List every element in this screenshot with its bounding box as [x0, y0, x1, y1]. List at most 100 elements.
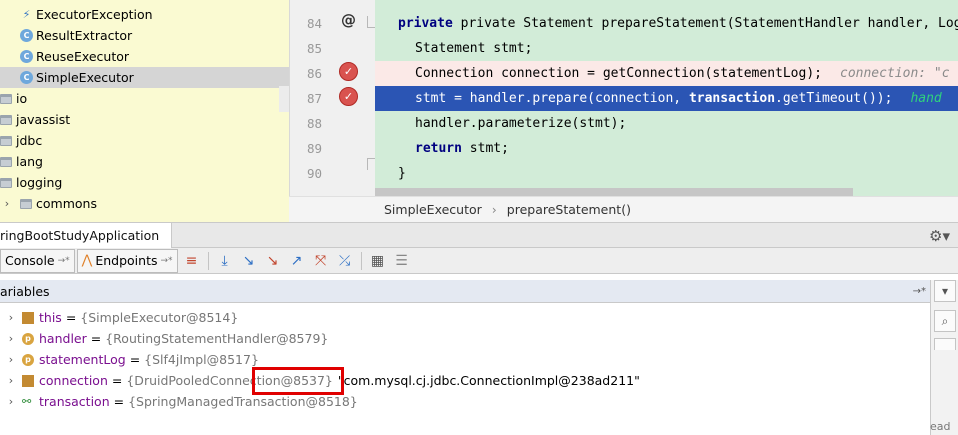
tree-item-io[interactable]: io: [0, 88, 289, 109]
side-panel-icon[interactable]: [934, 338, 956, 350]
tree-item-reuse-executor[interactable]: C ReuseExecutor: [0, 46, 289, 67]
debug-tool-window-header: ringBootStudyApplication ⚙▾: [0, 222, 958, 248]
variable-name: this: [39, 310, 62, 325]
package-icon: [0, 135, 13, 147]
chevron-right-icon[interactable]: ›: [0, 311, 22, 324]
line-number: 84: [306, 16, 322, 31]
variables-panel-header: ariables →*: [0, 280, 930, 303]
tree-item-lang[interactable]: lang: [0, 151, 289, 172]
tree-item-jdbc[interactable]: jdbc: [0, 130, 289, 151]
code-line-89: return stmt;: [375, 136, 958, 161]
breadcrumb: SimpleExecutor › prepareStatement(): [289, 196, 958, 222]
code-text: stmt;: [461, 141, 509, 156]
breadcrumb-class[interactable]: SimpleExecutor: [384, 202, 482, 217]
override-marker-icon[interactable]: @: [341, 11, 356, 29]
chevron-right-icon[interactable]: ›: [0, 353, 22, 366]
breakpoint-icon[interactable]: ✓: [339, 62, 358, 81]
parameter-icon: p: [22, 353, 34, 366]
variable-row-statement-log[interactable]: › p statementLog = {Slf4jImpl@8517}: [0, 349, 930, 370]
pin-icon[interactable]: →*: [161, 256, 173, 266]
line-number: 88: [306, 116, 322, 131]
code-line-87-execution-point: stmt = handler.prepare(connection, trans…: [375, 86, 958, 111]
field-icon: [22, 374, 34, 387]
tree-item-label: javassist: [16, 112, 71, 127]
code-text: handler.parameterize(stmt);: [415, 116, 627, 131]
endpoints-icon: ⋀: [81, 253, 93, 268]
tree-item-label: SimpleExecutor: [36, 70, 134, 85]
tree-item-executor-exception[interactable]: ⚡ ExecutorException: [0, 4, 289, 25]
tab-console[interactable]: Console →*: [0, 248, 75, 273]
step-into-icon[interactable]: ↘: [237, 250, 261, 272]
gear-icon[interactable]: ⚙▾: [929, 227, 950, 245]
tree-scrollbar[interactable]: [279, 86, 289, 112]
step-out-icon[interactable]: ↗: [285, 250, 309, 272]
chevron-right-icon[interactable]: ›: [0, 197, 14, 210]
variable-name: statementLog: [39, 352, 126, 367]
partial-text: ead t: [930, 420, 951, 435]
tree-item-label: logging: [16, 175, 63, 190]
variable-row-transaction[interactable]: › ⚯ transaction = {SpringManagedTransact…: [0, 391, 930, 412]
tree-item-result-extractor[interactable]: C ResultExtractor: [0, 25, 289, 46]
class-icon: C: [20, 71, 33, 84]
chevron-right-icon[interactable]: ›: [0, 395, 22, 408]
tree-item-logging[interactable]: logging: [0, 172, 289, 193]
tab-label: Endpoints: [95, 253, 158, 268]
code-line-90: }: [375, 161, 958, 186]
variable-row-handler[interactable]: › p handler = {RoutingStatementHandler@8…: [0, 328, 930, 349]
tree-item-commons[interactable]: › commons: [0, 193, 289, 214]
variable-value: {RoutingStatementHandler@8579}: [105, 331, 329, 346]
tree-item-simple-executor[interactable]: C SimpleExecutor: [0, 67, 289, 88]
code-line-84: private private Statement prepareStateme…: [375, 11, 958, 36]
code-line-86: Connection connection = getConnection(st…: [375, 61, 958, 86]
tab-endpoints[interactable]: ⋀ Endpoints →*: [76, 248, 178, 273]
code-line-88: handler.parameterize(stmt);: [375, 111, 958, 136]
chevron-right-icon[interactable]: ›: [0, 374, 22, 387]
tree-item-label: ReuseExecutor: [36, 49, 130, 64]
variable-row-this[interactable]: › this = {SimpleExecutor@8514}: [0, 307, 930, 328]
show-execution-point-icon[interactable]: ≡: [180, 250, 204, 272]
equals-sign: =: [111, 373, 123, 388]
tree-item-javassist[interactable]: javassist: [0, 109, 289, 130]
step-over-icon[interactable]: ⤓: [213, 250, 237, 272]
pin-icon[interactable]: →*: [913, 286, 926, 297]
breadcrumb-method[interactable]: prepareStatement(): [507, 202, 631, 217]
editor-horizontal-scrollbar[interactable]: [375, 188, 853, 196]
variable-value: {Slf4jImpl@8517}: [144, 352, 259, 367]
tree-item-label: commons: [36, 196, 97, 211]
evaluate-expression-icon[interactable]: ▦: [366, 250, 390, 272]
inline-debug-hint: hand: [910, 91, 942, 106]
breakpoint-icon[interactable]: ✓: [339, 87, 358, 106]
chevron-down-icon[interactable]: ▾: [934, 280, 956, 302]
tree-item-label: io: [16, 91, 28, 106]
equals-sign: =: [90, 331, 102, 346]
line-number: 87: [306, 91, 322, 106]
trace-icon[interactable]: ☰: [390, 250, 414, 272]
chevron-right-icon[interactable]: ›: [0, 332, 22, 345]
pin-icon[interactable]: →*: [58, 256, 70, 266]
code-line-85: Statement stmt;: [375, 36, 958, 61]
code-text: .getTimeout());: [775, 91, 893, 106]
variable-name: connection: [39, 373, 108, 388]
code-text: private Statement prepareStatement(State…: [460, 16, 958, 31]
line-number: 85: [306, 41, 322, 56]
code-text: transaction: [688, 91, 776, 106]
tree-item-label: ExecutorException: [36, 7, 153, 22]
variable-string-value: "com.mysql.cj.jdbc.ConnectionImpl@238ad2…: [337, 373, 640, 388]
force-step-into-icon[interactable]: ↘: [261, 250, 285, 272]
equals-sign: =: [65, 310, 77, 325]
variable-value: {SpringManagedTransaction@8518}: [128, 394, 358, 409]
drop-frame-icon[interactable]: ⤧: [309, 250, 333, 272]
toolbar-divider: [207, 251, 209, 270]
run-to-cursor-icon[interactable]: ⤰: [333, 250, 357, 272]
project-tree: ⚡ ExecutorException C ResultExtractor C …: [0, 0, 289, 222]
variable-name: handler: [39, 331, 87, 346]
breadcrumb-separator: ›: [491, 202, 497, 217]
variable-value: {SimpleExecutor@8514}: [80, 310, 239, 325]
line-number: 90: [306, 166, 322, 181]
code-editor[interactable]: private private Statement prepareStateme…: [375, 0, 958, 196]
equals-sign: =: [129, 352, 141, 367]
variable-row-connection[interactable]: › connection = {DruidPooledConnection@85…: [0, 370, 930, 391]
search-icon[interactable]: ⌕: [934, 310, 956, 332]
keyword: private: [398, 16, 461, 31]
debug-session-tab[interactable]: ringBootStudyApplication: [0, 222, 172, 248]
